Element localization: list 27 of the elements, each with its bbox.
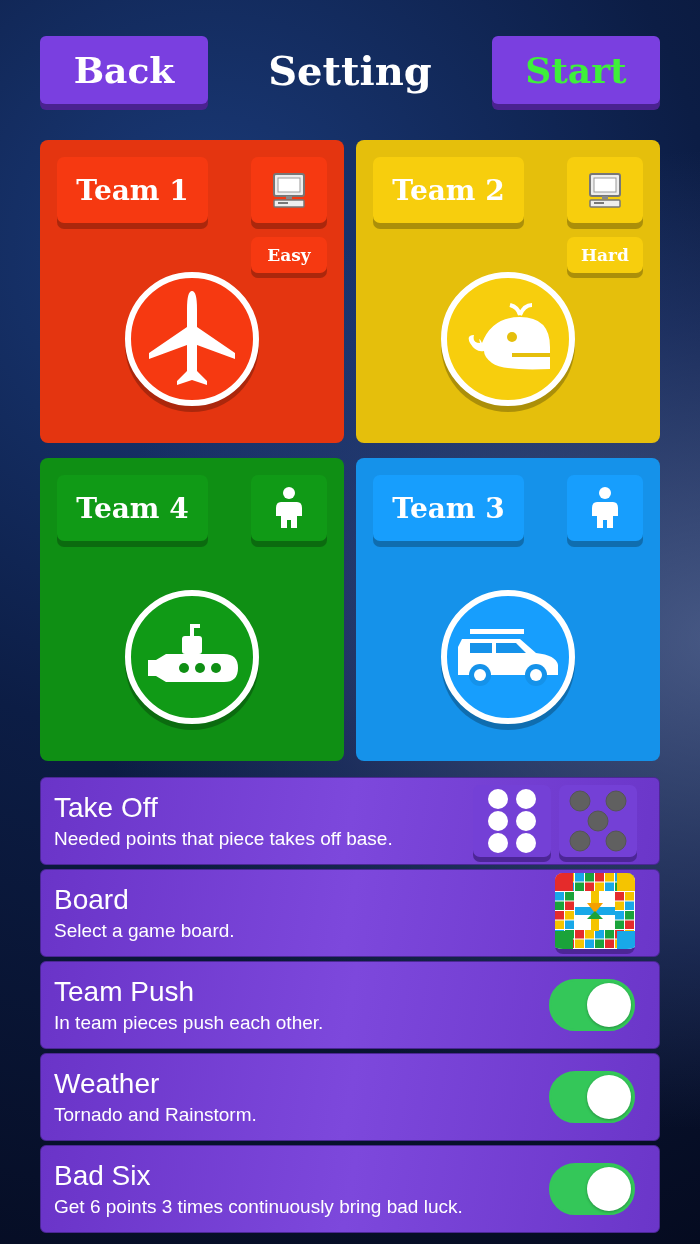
team-name-button[interactable]: Team 4 xyxy=(57,475,208,541)
person-icon xyxy=(591,486,619,530)
setting-description: Tornado and Rainstorm. xyxy=(54,1104,257,1126)
player-type-button[interactable] xyxy=(567,475,643,541)
setting-description: Select a game board. xyxy=(54,920,235,942)
setting-description: In team pieces push each other. xyxy=(54,1012,324,1034)
setting-title: Bad Six xyxy=(54,1160,152,1192)
toggle-switch[interactable] xyxy=(549,979,635,1031)
page-title: Setting xyxy=(268,46,432,94)
setting-title: Board xyxy=(54,884,130,916)
setting-title: Weather xyxy=(54,1068,161,1100)
board-select-button[interactable] xyxy=(555,872,635,954)
team-name-button[interactable]: Team 3 xyxy=(373,475,524,541)
player-type-button[interactable] xyxy=(251,475,327,541)
setting-description: Get 6 points 3 times continuously bring bad luck. xyxy=(54,1196,463,1218)
difficulty-button[interactable]: Easy xyxy=(251,237,327,273)
computer-icon xyxy=(587,172,623,208)
toggle-switch[interactable] xyxy=(549,1071,635,1123)
setting-title: Take Off xyxy=(54,792,159,824)
team-name-button[interactable]: Team 1 xyxy=(57,157,208,223)
setting-title: Team Push xyxy=(54,976,196,1008)
toggle-switch[interactable] xyxy=(549,1163,635,1215)
player-type-button[interactable] xyxy=(567,157,643,223)
player-type-button[interactable] xyxy=(251,157,327,223)
setting-description: Needed points that piece takes off base. xyxy=(54,828,393,850)
computer-icon xyxy=(271,172,307,208)
person-icon xyxy=(275,486,303,530)
